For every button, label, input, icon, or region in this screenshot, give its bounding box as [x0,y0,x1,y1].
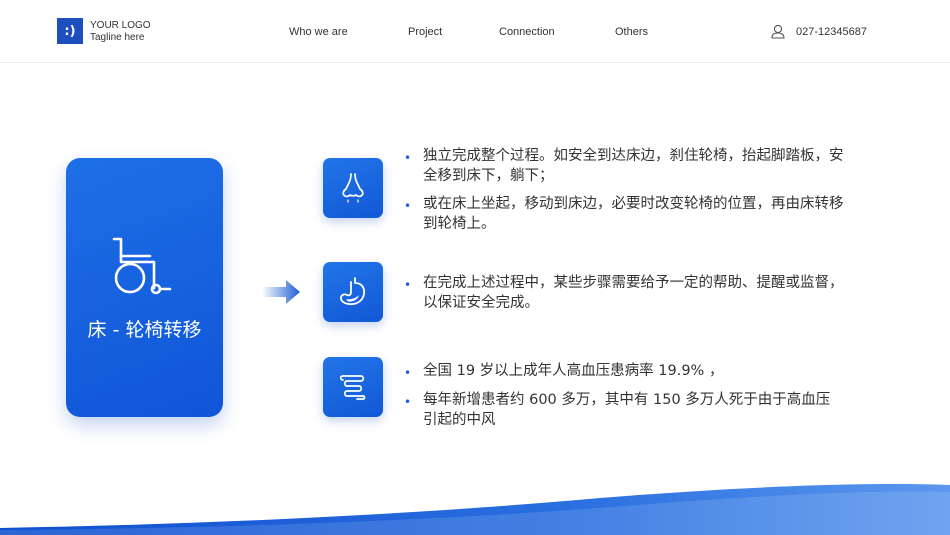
list-item: • 或在床上坐起，移动到床边，必要时改变轮椅的位置，再由床转移到轮椅上。 [404,196,844,232]
logo-tagline: Tagline here [90,32,145,43]
nav-connection[interactable]: Connection [499,26,555,38]
nav-who-we-are[interactable]: Who we are [289,26,348,38]
list-item: • 在完成上述过程中，某些步骤需要给予一定的帮助、提醒或监督，以保证安全完成。 [404,275,844,311]
logo-text: YOUR LOGO Tagline here [90,20,151,44]
arrow-right-icon [262,280,300,304]
nav-others[interactable]: Others [615,26,648,38]
intestine-icon-box [323,357,383,417]
logo-mark[interactable]: :) [57,18,83,44]
intestine-icon [339,375,366,400]
stomach-icon [340,277,366,306]
user-icon [771,24,785,39]
nose-icon [342,173,364,203]
card-title: 床 - 轮椅转移 [87,319,202,341]
header-bar: :) YOUR LOGO Tagline here Who we are Pro… [0,0,950,63]
wheelchair-icon [112,237,172,295]
list-item: • 全国 19 岁以上成年人高血压患病率 19.9% ， [404,363,724,380]
logo-name: YOUR LOGO [90,20,151,31]
nav-project[interactable]: Project [408,26,442,38]
nose-icon-box [323,158,383,218]
phone-number: 027-12345687 [796,26,867,38]
stomach-icon-box [323,262,383,322]
list-item: • 独立完成整个过程。如安全到达床边，刹住轮椅，抬起脚踏板，安全移到床下，躺下； [404,148,844,184]
list-item: • 每年新增患者约 600 多万，其中有 150 多万人死于由于高血压引起的中风 [404,392,831,428]
bottom-wave [0,484,950,535]
